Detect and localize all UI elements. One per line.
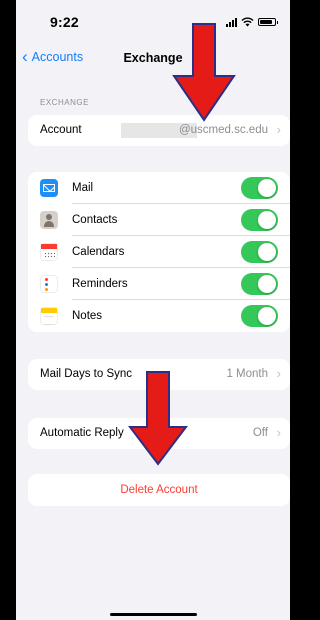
status-bar: 9:22 <box>16 0 290 40</box>
delete-account-row[interactable]: Delete Account <box>28 474 290 506</box>
account-value: @uscmed.sc.edu <box>178 124 268 136</box>
wifi-icon <box>241 17 254 27</box>
section-header: EXCHANGE <box>40 98 89 107</box>
mail-days-value: 1 Month <box>226 368 268 380</box>
account-row[interactable]: Account @uscmed.sc.edu › <box>28 115 290 146</box>
automatic-reply-label: Automatic Reply <box>40 427 124 439</box>
notes-toggle[interactable] <box>241 305 278 327</box>
account-label: Account <box>40 124 82 136</box>
notes-label: Notes <box>72 310 103 322</box>
list-item-mail: Mail <box>28 172 290 204</box>
notes-icon <box>40 307 58 325</box>
annotation-arrow-bottom <box>128 371 188 466</box>
mail-icon <box>40 179 58 197</box>
annotation-arrow-top <box>172 23 236 122</box>
contacts-label: Contacts <box>72 214 118 226</box>
home-indicator <box>110 613 197 616</box>
navigation-bar: ‹ Accounts Exchange <box>16 44 290 74</box>
calendars-label: Calendars <box>72 246 125 258</box>
calendars-icon <box>40 243 58 261</box>
calendars-toggle[interactable] <box>241 241 278 263</box>
battery-icon <box>258 18 278 26</box>
chevron-right-icon: › <box>276 366 281 381</box>
delete-account-button[interactable]: Delete Account <box>28 484 290 496</box>
list-item-notes: Notes <box>28 300 290 332</box>
reminders-label: Reminders <box>72 278 128 290</box>
page-title: Exchange <box>123 51 183 65</box>
status-time: 9:22 <box>50 14 79 30</box>
list-item-contacts: Contacts <box>28 204 290 236</box>
phone-screen: 9:22 ‹ Accounts Exchange EXCHANGE Accoun… <box>16 0 290 620</box>
mail-label: Mail <box>72 182 94 194</box>
list-item-calendars: Calendars <box>28 236 290 268</box>
chevron-right-icon: › <box>276 425 281 440</box>
list-item-reminders: Reminders <box>28 268 290 300</box>
apps-list: Mail Contacts Calendars Reminders Notes <box>28 172 290 332</box>
chevron-right-icon: › <box>276 122 281 137</box>
mail-toggle[interactable] <box>241 177 278 199</box>
reminders-toggle[interactable] <box>241 273 278 295</box>
contacts-toggle[interactable] <box>241 209 278 231</box>
mail-days-label: Mail Days to Sync <box>40 368 133 380</box>
automatic-reply-value: Off <box>252 427 268 439</box>
reminders-icon <box>40 275 58 293</box>
contacts-icon <box>40 211 58 229</box>
